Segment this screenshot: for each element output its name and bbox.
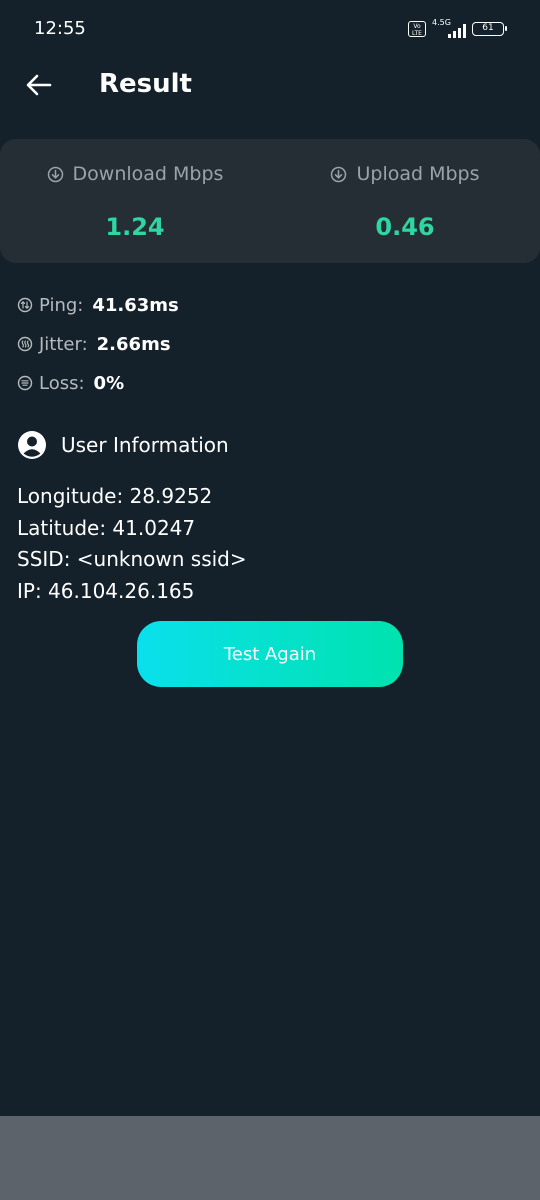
jitter-label: Jitter: bbox=[39, 333, 88, 355]
back-button[interactable] bbox=[22, 70, 56, 100]
ssid-text: SSID: <unknown ssid> bbox=[17, 547, 247, 571]
test-again-button[interactable]: Test Again bbox=[137, 621, 403, 687]
account-circle-icon bbox=[18, 431, 46, 459]
speed-card: Download Mbps 1.24 Upload Mbps 0.46 bbox=[0, 139, 540, 263]
battery-icon: 61 bbox=[472, 22, 507, 36]
loss-label: Loss: bbox=[39, 372, 85, 394]
network-stats: Ping: 41.63ms Jitter: 2.66ms Loss: 0% bbox=[17, 292, 179, 409]
download-label: Download Mbps bbox=[72, 163, 224, 185]
ping-icon bbox=[17, 297, 33, 313]
download-speed: Download Mbps 1.24 bbox=[0, 139, 270, 263]
user-info-header: User Information bbox=[17, 430, 229, 460]
system-navigation-bar bbox=[0, 1116, 540, 1200]
loss-row: Loss: 0% bbox=[17, 370, 179, 396]
jitter-value: 2.66ms bbox=[96, 333, 171, 355]
arrow-left-icon bbox=[26, 74, 52, 96]
ping-label: Ping: bbox=[39, 294, 84, 316]
loss-value: 0% bbox=[93, 372, 125, 394]
ping-value: 41.63ms bbox=[92, 294, 179, 316]
ip-text: IP: 46.104.26.165 bbox=[17, 578, 195, 603]
upload-value: 0.46 bbox=[375, 213, 435, 241]
status-indicators: Vo LTE 4.5G 61 bbox=[408, 18, 507, 38]
status-bar: 12:55 Vo LTE 4.5G 61 bbox=[0, 0, 540, 60]
status-time: 12:55 bbox=[34, 18, 86, 39]
signal-strength-icon bbox=[448, 24, 466, 38]
loss-icon bbox=[17, 375, 33, 391]
download-circle-icon bbox=[331, 166, 347, 182]
download-value: 1.24 bbox=[105, 213, 165, 241]
longitude-text: Longitude: 28.9252 bbox=[17, 484, 213, 508]
jitter-icon bbox=[17, 336, 33, 352]
upload-speed: Upload Mbps 0.46 bbox=[270, 139, 540, 263]
jitter-row: Jitter: 2.66ms bbox=[17, 331, 179, 357]
ping-row: Ping: 41.63ms bbox=[17, 292, 179, 318]
user-info-title: User Information bbox=[61, 433, 229, 457]
user-info-details: Longitude: 28.9252 Latitude: 41.0247 SSI… bbox=[17, 481, 247, 607]
page-title: Result bbox=[99, 69, 192, 99]
app-bar: Result bbox=[0, 60, 540, 112]
upload-label: Upload Mbps bbox=[356, 163, 480, 185]
latitude-text: Latitude: 41.0247 bbox=[17, 515, 196, 540]
download-circle-icon bbox=[47, 166, 63, 182]
volte-icon: Vo LTE bbox=[408, 21, 426, 37]
network-indicator: 4.5G bbox=[432, 18, 466, 38]
